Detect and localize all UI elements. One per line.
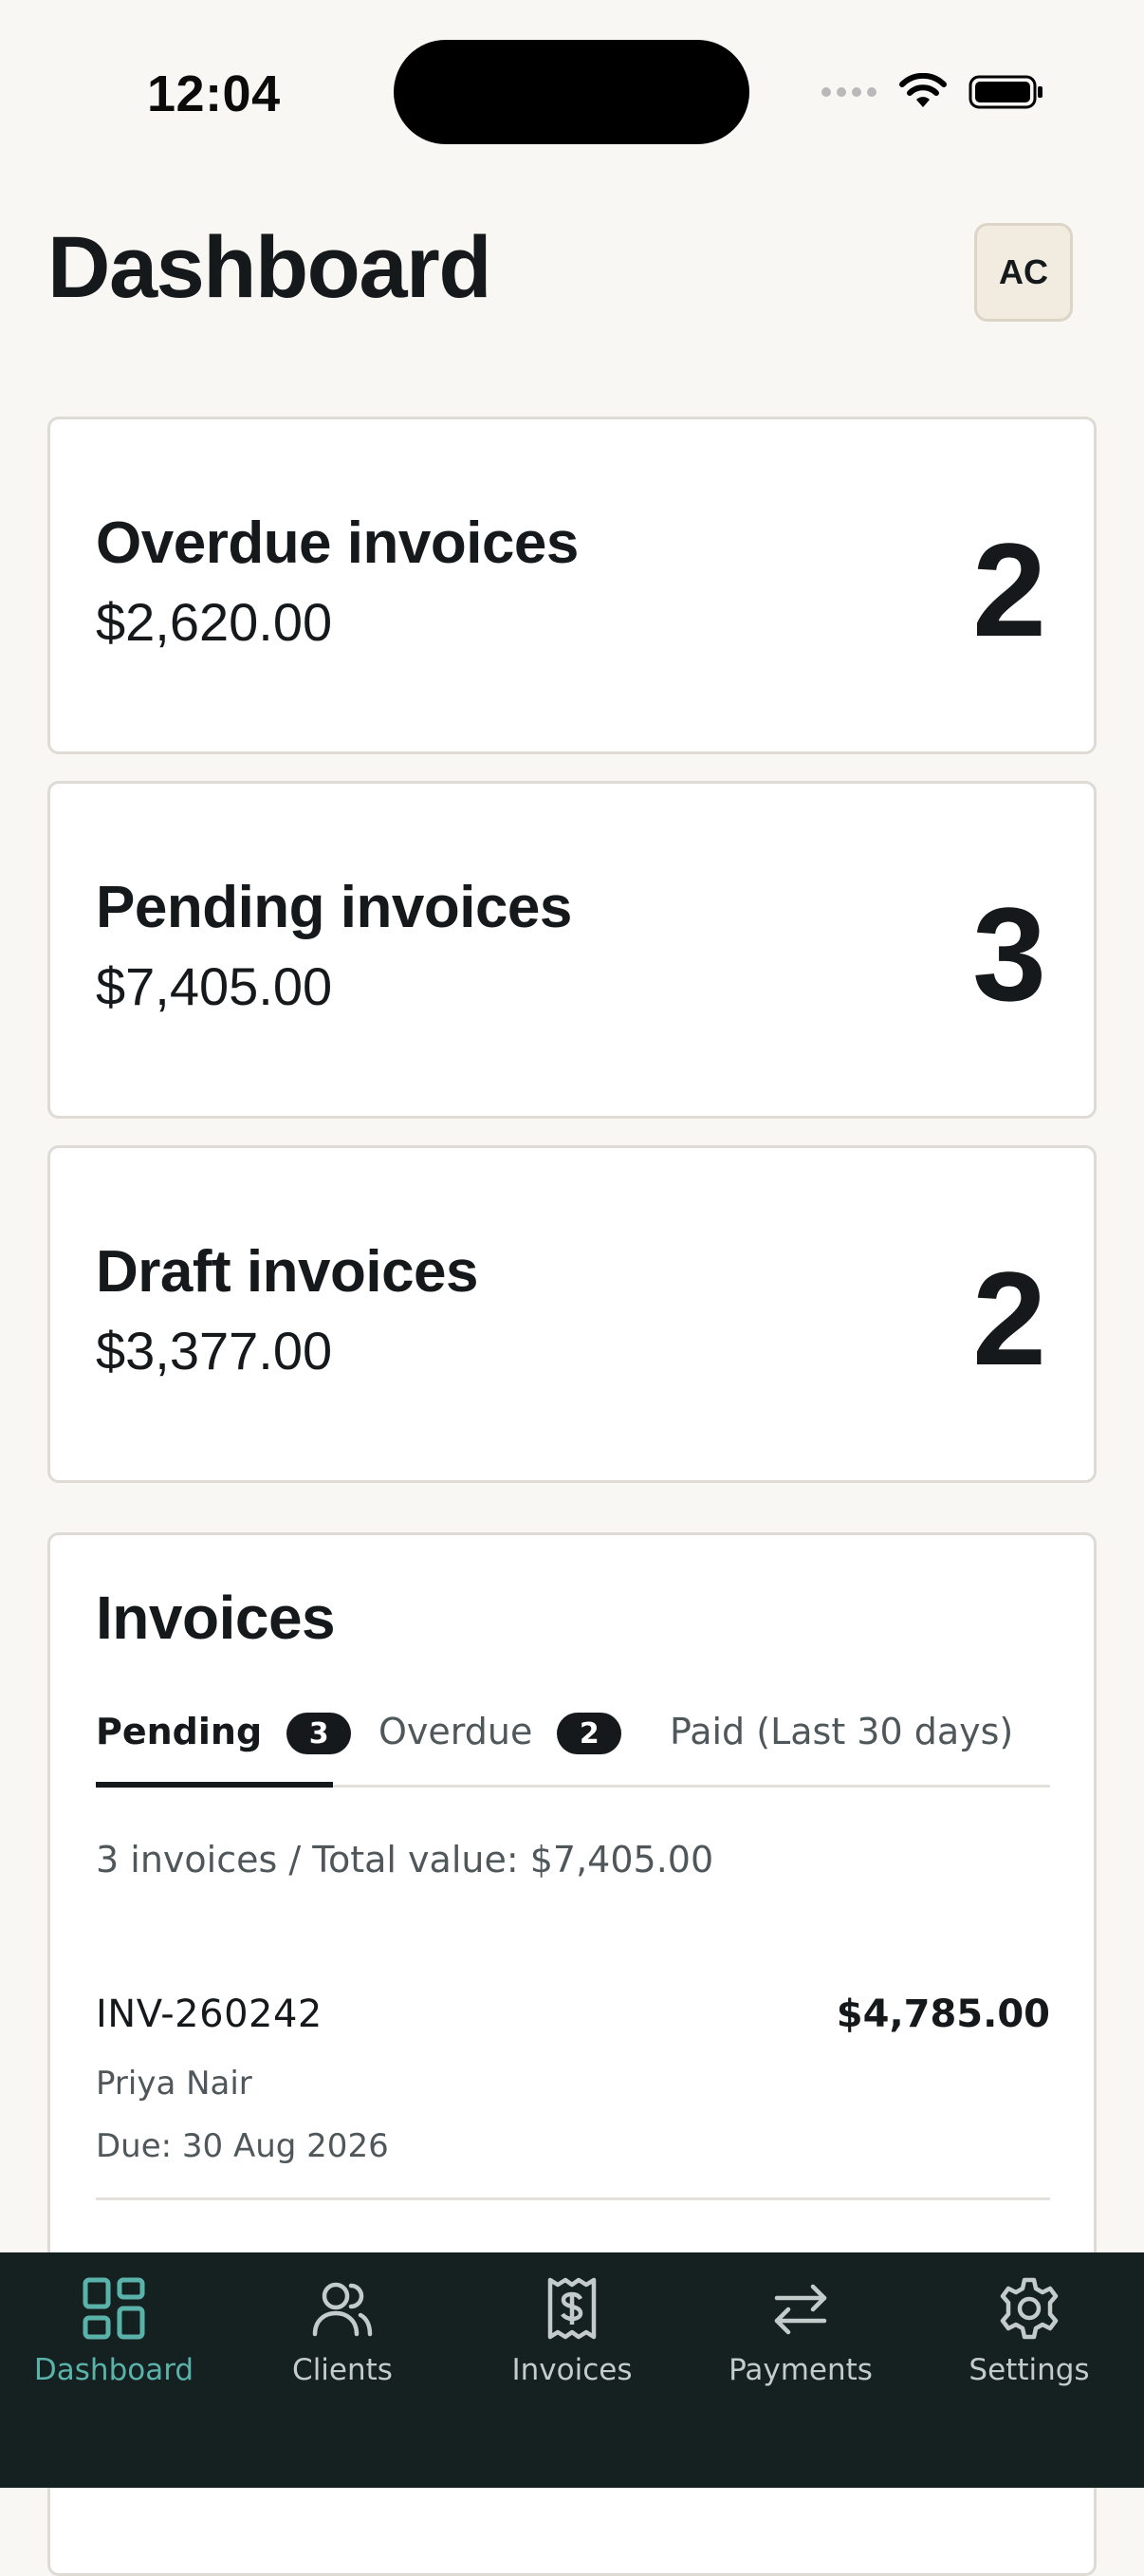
- card-label: Overdue invoices: [96, 510, 579, 576]
- invoices-summary: 3 invoices / Total value: $7,405.00: [96, 1839, 714, 1881]
- tab-label: Overdue: [378, 1711, 533, 1752]
- nav-label: Payments: [729, 2353, 873, 2387]
- card-amount: $3,377.00: [96, 1321, 333, 1381]
- receipt-dollar-icon: [547, 2277, 597, 2340]
- page-title: Dashboard: [47, 219, 492, 316]
- users-icon: [312, 2282, 373, 2337]
- bottom-nav: Dashboard Clients Invoices Payments Sett…: [0, 2252, 1144, 2488]
- card-amount: $7,405.00: [96, 956, 333, 1016]
- nav-clients[interactable]: Clients: [229, 2275, 456, 2427]
- arrows-swap-icon: [774, 2284, 827, 2335]
- invoice-amount: $4,785.00: [836, 1992, 1050, 2036]
- status-icons: [821, 68, 1044, 116]
- nav-label: Invoices: [511, 2353, 633, 2387]
- tab-count-badge: 3: [286, 1713, 352, 1754]
- dashboard-grid-icon: [83, 2277, 145, 2340]
- invoice-tabs: Pending 3 Overdue 2 Paid (Last 30 days): [96, 1692, 1050, 1788]
- tab-overdue[interactable]: Overdue 2: [378, 1692, 622, 1785]
- cellular-signal-icon: [821, 87, 876, 97]
- card-label: Pending invoices: [96, 875, 572, 940]
- card-count: 2: [972, 1244, 1046, 1393]
- overdue-invoices-card[interactable]: Overdue invoices $2,620.00 2: [47, 417, 1097, 754]
- draft-invoices-card[interactable]: Draft invoices $3,377.00 2: [47, 1145, 1097, 1483]
- invoice-client: Priya Nair: [96, 2065, 252, 2103]
- invoices-panel-title: Invoices: [96, 1584, 336, 1652]
- battery-icon: [969, 75, 1043, 109]
- card-amount: $2,620.00: [96, 592, 333, 652]
- card-count: 3: [972, 880, 1046, 1029]
- tab-label: Pending: [96, 1711, 263, 1752]
- nav-label: Dashboard: [33, 2353, 194, 2387]
- status-bar: 12:04: [0, 0, 1144, 180]
- invoice-row[interactable]: INV-260242 $4,785.00 Priya Nair Due: 30 …: [96, 1972, 1050, 2200]
- nav-invoices[interactable]: Invoices: [458, 2275, 686, 2427]
- card-count: 2: [972, 515, 1046, 664]
- dynamic-island: [394, 40, 749, 144]
- nav-settings[interactable]: Settings: [915, 2275, 1143, 2427]
- nav-label: Clients: [292, 2353, 393, 2387]
- avatar-button[interactable]: AC: [974, 223, 1073, 322]
- nav-payments[interactable]: Payments: [687, 2275, 914, 2427]
- tab-label: Paid (Last 30 days): [670, 1711, 1014, 1752]
- invoice-number: INV-260242: [96, 1992, 323, 2036]
- card-label: Draft invoices: [96, 1239, 479, 1305]
- invoice-due-date: Due: 30 Aug 2026: [96, 2127, 389, 2165]
- tab-pending[interactable]: Pending 3: [96, 1692, 352, 1788]
- tab-paid-last-30-days[interactable]: Paid (Last 30 days): [670, 1692, 1013, 1785]
- gear-icon: [1000, 2277, 1059, 2340]
- wifi-icon: [899, 73, 947, 107]
- nav-label: Settings: [969, 2353, 1090, 2387]
- status-time: 12:04: [147, 65, 281, 122]
- nav-dashboard[interactable]: Dashboard: [0, 2275, 228, 2427]
- tab-count-badge: 2: [557, 1713, 622, 1754]
- pending-invoices-card[interactable]: Pending invoices $7,405.00 3: [47, 781, 1097, 1119]
